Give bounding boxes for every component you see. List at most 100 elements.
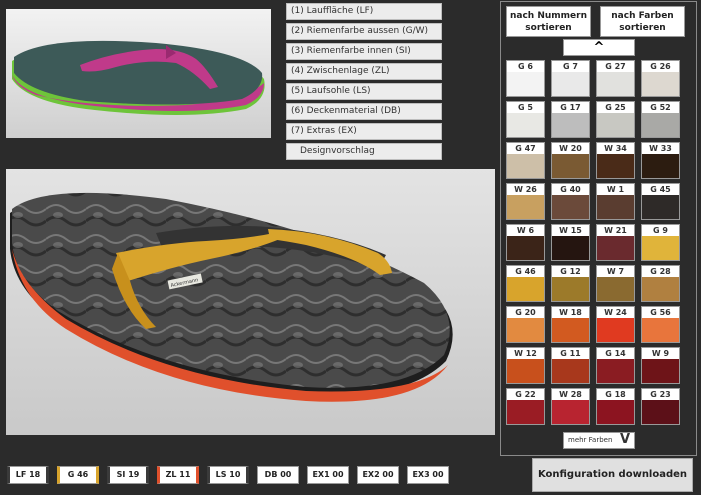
color-swatch[interactable]: G 17 xyxy=(551,101,590,138)
summary-code-button[interactable]: G 46 xyxy=(57,466,99,484)
color-swatch[interactable]: W 21 xyxy=(596,224,635,261)
step-lauffläche[interactable]: (1) Lauffläche (LF) xyxy=(286,3,442,20)
swatch-code-label: G 7 xyxy=(552,61,589,72)
color-swatch[interactable]: W 7 xyxy=(596,265,635,302)
color-swatch[interactable]: G 5 xyxy=(506,101,545,138)
color-swatch[interactable]: W 33 xyxy=(641,142,680,179)
swatch-texture xyxy=(507,113,544,137)
swatch-texture xyxy=(507,277,544,301)
step-riemenfarbe-innen[interactable]: (3) Riemenfarbe innen (SI) xyxy=(286,43,442,60)
color-swatch[interactable]: G 45 xyxy=(641,183,680,220)
swatch-texture xyxy=(642,195,679,219)
color-swatch[interactable]: G 25 xyxy=(596,101,635,138)
color-swatch[interactable]: W 28 xyxy=(551,388,590,425)
sort-by-color-button[interactable]: nach Farben sortieren xyxy=(600,6,685,37)
preview-image xyxy=(6,9,271,138)
swatch-code-label: G 25 xyxy=(597,102,634,113)
summary-code-button[interactable]: SI 19 xyxy=(107,466,149,484)
color-swatch[interactable]: G 47 xyxy=(506,142,545,179)
design-suggestion-button[interactable]: Designvorschlag xyxy=(286,143,442,160)
swatch-texture xyxy=(507,318,544,342)
color-swatch[interactable]: G 11 xyxy=(551,347,590,384)
step-laufsohle[interactable]: (5) Laufsohle (LS) xyxy=(286,83,442,100)
color-swatch[interactable]: G 14 xyxy=(596,347,635,384)
swatch-texture xyxy=(597,318,634,342)
color-swatch[interactable]: W 24 xyxy=(596,306,635,343)
color-swatch[interactable]: G 20 xyxy=(506,306,545,343)
color-swatch[interactable]: W 1 xyxy=(596,183,635,220)
color-swatch[interactable]: G 6 xyxy=(506,60,545,97)
swatch-texture xyxy=(507,72,544,96)
swatch-texture xyxy=(642,113,679,137)
swatch-code-label: W 33 xyxy=(642,143,679,154)
color-panel: nach Nummern sortieren nach Farben sorti… xyxy=(500,1,697,456)
swatch-texture xyxy=(642,359,679,383)
swatch-texture xyxy=(552,359,589,383)
color-swatch[interactable]: G 12 xyxy=(551,265,590,302)
swatch-code-label: G 20 xyxy=(507,307,544,318)
step-riemenfarbe-aussen[interactable]: (2) Riemenfarbe aussen (G/W) xyxy=(286,23,442,40)
color-swatch[interactable]: W 15 xyxy=(551,224,590,261)
summary-code-button[interactable]: EX3 00 xyxy=(407,466,449,484)
summary-code-button[interactable]: LS 10 xyxy=(207,466,249,484)
step-zwischenlage[interactable]: (4) Zwischenlage (ZL) xyxy=(286,63,442,80)
color-swatch[interactable]: G 56 xyxy=(641,306,680,343)
swatch-texture xyxy=(597,400,634,424)
color-swatch[interactable]: G 22 xyxy=(506,388,545,425)
swatch-texture xyxy=(507,154,544,178)
swatch-code-label: W 12 xyxy=(507,348,544,359)
swatch-texture xyxy=(507,359,544,383)
swatch-texture xyxy=(552,400,589,424)
swatch-texture xyxy=(642,277,679,301)
swatch-code-label: W 24 xyxy=(597,307,634,318)
swatch-texture xyxy=(597,195,634,219)
chevron-down-icon: V xyxy=(619,432,630,447)
color-swatch[interactable]: G 40 xyxy=(551,183,590,220)
color-swatch[interactable]: W 6 xyxy=(506,224,545,261)
swatch-texture xyxy=(642,318,679,342)
color-swatch[interactable]: G 26 xyxy=(641,60,680,97)
color-swatch[interactable]: G 7 xyxy=(551,60,590,97)
scroll-up-arrow-button[interactable]: ^ xyxy=(563,39,635,56)
step-deckenmaterial[interactable]: (6) Deckenmaterial (DB) xyxy=(286,103,442,120)
color-swatch[interactable]: G 52 xyxy=(641,101,680,138)
color-swatch[interactable]: W 34 xyxy=(596,142,635,179)
swatch-code-label: W 34 xyxy=(597,143,634,154)
color-swatch[interactable]: G 46 xyxy=(506,265,545,302)
color-swatch[interactable]: G 23 xyxy=(641,388,680,425)
swatch-code-label: G 23 xyxy=(642,389,679,400)
summary-code-button[interactable]: DB 00 xyxy=(257,466,299,484)
summary-code-button[interactable]: EX1 00 xyxy=(307,466,349,484)
swatch-texture xyxy=(597,113,634,137)
color-swatch[interactable]: G 27 xyxy=(596,60,635,97)
summary-code-button[interactable]: LF 18 xyxy=(7,466,49,484)
color-swatch[interactable]: W 9 xyxy=(641,347,680,384)
swatch-texture xyxy=(597,154,634,178)
color-swatch[interactable]: W 26 xyxy=(506,183,545,220)
swatch-texture xyxy=(552,236,589,260)
color-swatch[interactable]: W 18 xyxy=(551,306,590,343)
swatch-texture xyxy=(552,113,589,137)
preview-sandal xyxy=(12,40,265,115)
color-swatch[interactable]: W 20 xyxy=(551,142,590,179)
swatch-code-label: G 17 xyxy=(552,102,589,113)
more-colors-button[interactable]: mehr Farben V xyxy=(563,432,635,449)
swatch-code-label: G 45 xyxy=(642,184,679,195)
sort-by-number-button[interactable]: nach Nummern sortieren xyxy=(506,6,591,37)
color-swatch[interactable]: W 12 xyxy=(506,347,545,384)
swatch-texture xyxy=(597,72,634,96)
download-configuration-button[interactable]: Konfiguration downloaden xyxy=(532,458,693,492)
swatch-texture xyxy=(552,154,589,178)
swatch-code-label: W 18 xyxy=(552,307,589,318)
color-swatch[interactable]: G 18 xyxy=(596,388,635,425)
swatch-texture xyxy=(642,400,679,424)
step-extras[interactable]: (7) Extras (EX) xyxy=(286,123,442,140)
summary-code-button[interactable]: EX2 00 xyxy=(357,466,399,484)
summary-code-button[interactable]: ZL 11 xyxy=(157,466,199,484)
color-swatch[interactable]: G 28 xyxy=(641,265,680,302)
swatch-texture xyxy=(597,236,634,260)
swatch-code-label: G 14 xyxy=(597,348,634,359)
color-swatch[interactable]: G 9 xyxy=(641,224,680,261)
swatch-texture xyxy=(507,400,544,424)
swatch-code-label: G 22 xyxy=(507,389,544,400)
